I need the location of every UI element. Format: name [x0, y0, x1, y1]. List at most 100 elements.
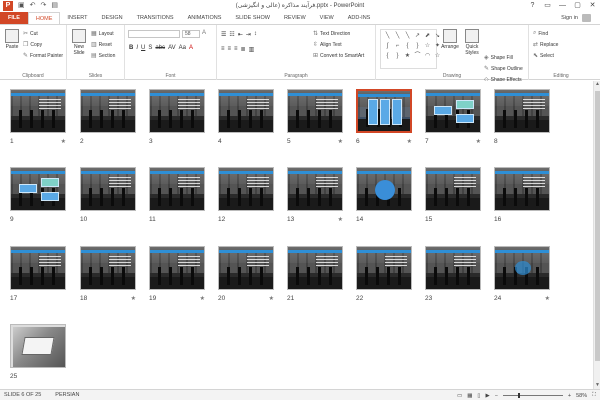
shape-item[interactable]: ★ — [403, 52, 412, 61]
shape-outline-button[interactable]: ✎ Shape Outline — [484, 65, 523, 73]
shapes-gallery[interactable]: ╲ ╲ ╲ ↗ ⬈ ↘ ʃ ⌐ { } ☆ ✦ { } ★ ⌒ ◠ ☆ — [380, 29, 440, 69]
justify-icon[interactable]: ≣ — [241, 46, 246, 53]
zoom-out-button[interactable]: − — [495, 393, 498, 399]
slide-preview[interactable] — [149, 89, 205, 133]
layout-button[interactable]: ▦ Layout — [91, 30, 114, 38]
shape-item[interactable]: ʃ — [383, 42, 392, 51]
slide-preview[interactable] — [218, 246, 274, 290]
slide-thumbnail-6[interactable]: 6 ★ — [356, 89, 412, 145]
animation-star-icon[interactable]: ★ — [61, 138, 66, 145]
language-indicator[interactable]: PERSIAN — [55, 392, 79, 398]
slide-thumbnail-10[interactable]: 10 — [80, 167, 136, 223]
shape-item[interactable]: ╲ — [403, 32, 412, 41]
slide-thumbnail-18[interactable]: 18 ★ — [80, 246, 136, 302]
tab-transitions[interactable]: TRANSITIONS — [130, 12, 181, 24]
strikethrough-button[interactable]: abc — [155, 45, 165, 51]
tab-view[interactable]: VIEW — [313, 12, 341, 24]
slide-preview[interactable] — [218, 167, 274, 211]
save-icon[interactable]: ▣ — [18, 0, 25, 12]
slide-thumbnail-9[interactable]: 9 — [10, 167, 66, 223]
shape-item[interactable]: ⌒ — [413, 52, 422, 61]
slide-thumbnail-16[interactable]: 16 — [494, 167, 550, 223]
vertical-scrollbar[interactable]: ▲ ▼ — [593, 81, 600, 389]
text-direction-button[interactable]: ⇅ Text Direction — [313, 30, 350, 38]
align-center-icon[interactable]: ≡ — [228, 46, 232, 53]
zoom-slider[interactable] — [502, 393, 563, 398]
tab-home[interactable]: HOME — [27, 12, 61, 24]
slide-preview[interactable] — [356, 246, 412, 290]
scroll-up-icon[interactable]: ▲ — [594, 81, 600, 88]
convert-smartart-button[interactable]: ⊞ Convert to SmartArt — [313, 52, 364, 60]
slide-preview[interactable] — [10, 89, 66, 133]
shape-item[interactable]: { — [403, 42, 412, 51]
slide-preview[interactable] — [10, 246, 66, 290]
shape-item[interactable]: { — [383, 52, 392, 61]
undo-icon[interactable]: ↶ — [30, 0, 36, 12]
scrollbar-thumb[interactable] — [595, 91, 600, 361]
powerpoint-logo-icon[interactable]: P — [3, 1, 13, 11]
shape-item[interactable]: ☆ — [423, 42, 432, 51]
slide-thumbnail-20[interactable]: 20 ★ — [218, 246, 274, 302]
align-text-button[interactable]: ⇳ Align Text — [313, 41, 342, 49]
slide-thumbnail-11[interactable]: 11 — [149, 167, 205, 223]
copy-button[interactable]: ❐ Copy — [23, 41, 42, 49]
slide-thumbnail-1[interactable]: 1 ★ — [10, 89, 66, 145]
zoom-slider-knob[interactable] — [517, 393, 520, 398]
ribbon-display-options-button[interactable]: ▭ — [540, 0, 555, 12]
paste-button[interactable]: Paste — [3, 29, 21, 50]
slide-preview[interactable] — [10, 167, 66, 211]
character-spacing-button[interactable]: AV — [168, 45, 176, 51]
slide-thumbnail-13[interactable]: 13 ★ — [287, 167, 343, 223]
tab-slide-show[interactable]: SLIDE SHOW — [228, 12, 277, 24]
slideshow-view-icon[interactable]: ▶ — [485, 393, 489, 399]
slide-preview[interactable] — [10, 324, 66, 368]
slide-preview[interactable] — [149, 167, 205, 211]
shape-fill-button[interactable]: ◈ Shape Fill — [484, 54, 513, 62]
minimize-button[interactable]: — — [555, 0, 570, 12]
slide-preview[interactable] — [287, 246, 343, 290]
slide-preview[interactable] — [425, 167, 481, 211]
zoom-in-button[interactable]: + — [568, 393, 571, 399]
slide-preview[interactable] — [80, 89, 136, 133]
replace-button[interactable]: ⇄ Replace — [533, 41, 558, 49]
tab-animations[interactable]: ANIMATIONS — [181, 12, 229, 24]
slide-thumbnail-23[interactable]: 23 — [425, 246, 481, 302]
tab-insert[interactable]: INSERT — [60, 12, 94, 24]
slide-preview[interactable] — [425, 89, 481, 133]
select-button[interactable]: ⬉ Select — [533, 52, 554, 60]
slide-preview[interactable] — [287, 167, 343, 211]
slide-thumbnail-17[interactable]: 17 — [10, 246, 66, 302]
change-case-button[interactable]: Aa — [179, 45, 186, 51]
slide-preview[interactable] — [425, 246, 481, 290]
quick-styles-button[interactable]: Quick Styles — [462, 29, 482, 56]
slide-thumbnail-7[interactable]: 7 ★ — [425, 89, 481, 145]
slide-thumbnail-21[interactable]: 21 — [287, 246, 343, 302]
arrange-button[interactable]: Arrange — [440, 29, 460, 50]
format-painter-button[interactable]: ✎ Format Painter — [23, 52, 63, 60]
shape-item[interactable]: ╲ — [393, 32, 402, 41]
slide-thumbnail-19[interactable]: 19 ★ — [149, 246, 205, 302]
animation-star-icon[interactable]: ★ — [545, 295, 550, 302]
shape-item[interactable]: ☆ — [433, 52, 442, 61]
bullets-icon[interactable]: ☰ — [221, 31, 226, 38]
font-name-box[interactable] — [128, 30, 180, 38]
shape-item[interactable]: ⌐ — [393, 42, 402, 51]
cut-button[interactable]: ✂ Cut — [23, 30, 38, 38]
bold-button[interactable]: B — [129, 45, 133, 51]
shape-item[interactable]: ╲ — [383, 32, 392, 41]
shape-item[interactable]: } — [413, 42, 422, 51]
shape-item[interactable]: ↗ — [413, 32, 422, 41]
slide-preview[interactable] — [149, 246, 205, 290]
slide-thumbnail-3[interactable]: 3 — [149, 89, 205, 145]
maximize-button[interactable]: ▢ — [570, 0, 585, 12]
slide-preview[interactable] — [80, 167, 136, 211]
redo-icon[interactable]: ↷ — [41, 0, 47, 12]
tab-review[interactable]: REVIEW — [277, 12, 313, 24]
shadow-button[interactable]: S — [148, 45, 152, 51]
increase-indent-icon[interactable]: ⇥ — [246, 31, 251, 38]
font-color-button[interactable]: A — [189, 45, 193, 51]
animation-star-icon[interactable]: ★ — [476, 138, 481, 145]
line-spacing-icon[interactable]: ↕ — [254, 31, 257, 38]
slide-preview[interactable] — [356, 89, 412, 133]
animation-star-icon[interactable]: ★ — [131, 295, 136, 302]
